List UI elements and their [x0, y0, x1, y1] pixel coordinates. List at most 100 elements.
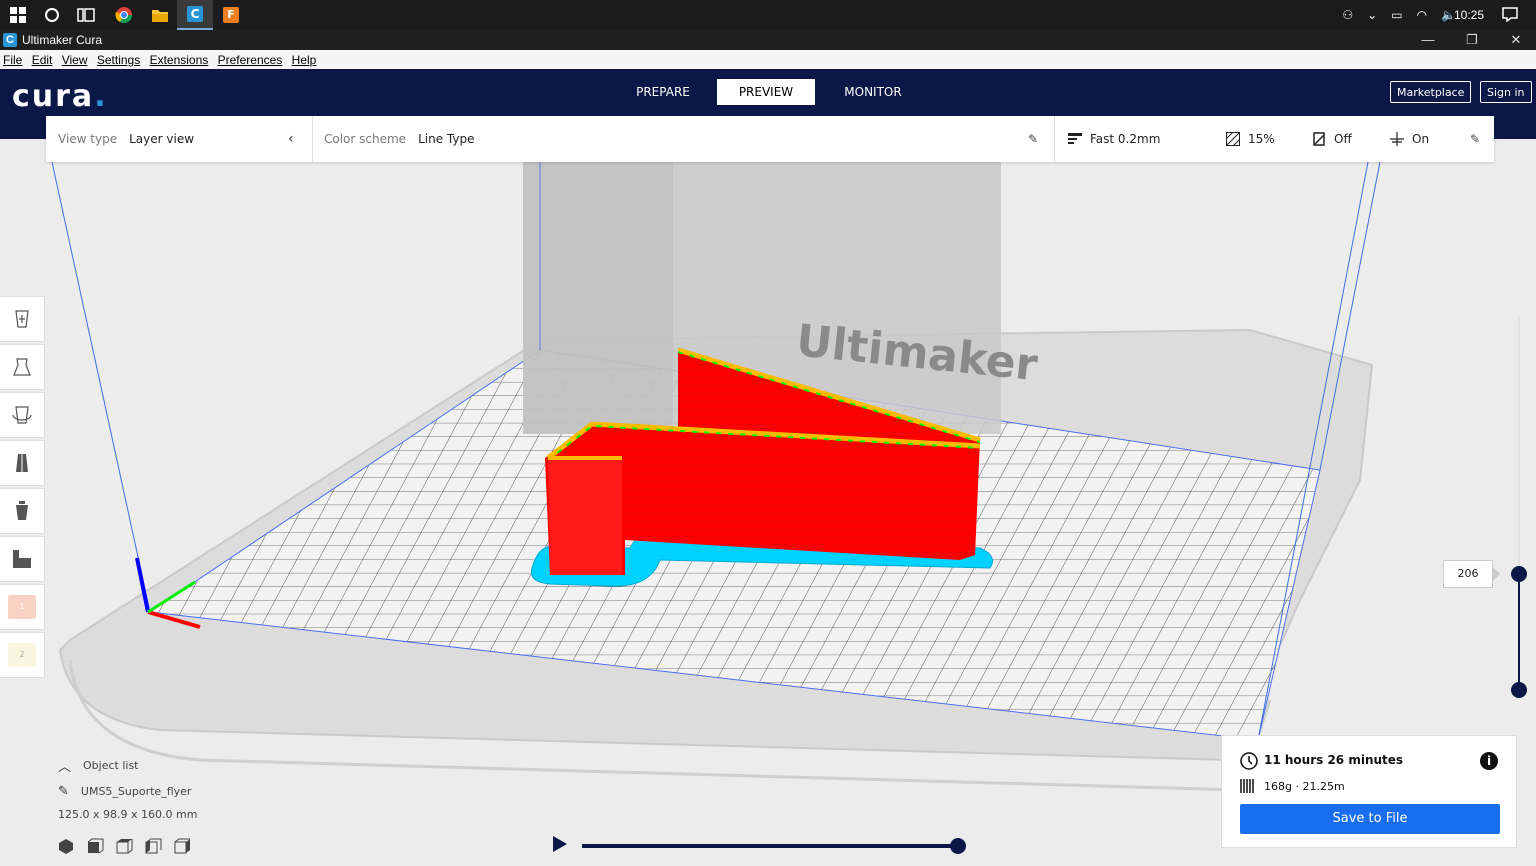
- view-type-label: View type: [58, 132, 118, 146]
- clock[interactable]: 10:25: [1454, 8, 1484, 22]
- save-to-file-button[interactable]: Save to File: [1240, 804, 1500, 834]
- tool-scale[interactable]: [0, 344, 45, 390]
- info-icon[interactable]: i: [1480, 752, 1498, 770]
- extruder-2-badge: 2: [8, 643, 36, 667]
- play-icon[interactable]: [553, 836, 567, 852]
- mirror-tool-icon: [16, 454, 28, 472]
- restore-button[interactable]: ❐: [1450, 30, 1494, 50]
- object-list-panel: ︿ Object list ✎ UMS5_Suporte_flyer 125.0…: [58, 752, 197, 854]
- adhesion-icon: [1390, 132, 1404, 146]
- menu-preferences[interactable]: Preferences: [218, 50, 283, 67]
- tool-support-blocker[interactable]: [0, 536, 45, 582]
- menu-extensions[interactable]: Extensions: [150, 50, 209, 67]
- window-titlebar: C Ultimaker Cura — ❐ ✕: [0, 30, 1536, 50]
- material-icon: [1240, 779, 1254, 793]
- scale-tool-icon: [13, 358, 31, 376]
- profile-icon: [1068, 133, 1082, 144]
- infill-value: 15%: [1248, 132, 1275, 146]
- cura-logo-dot: .: [94, 79, 108, 114]
- infill-icon: [1226, 132, 1240, 146]
- object-dimensions: 125.0 x 98.9 x 160.0 mm: [58, 807, 198, 821]
- move-tool-icon: [15, 310, 29, 328]
- print-summary-panel: 11 hours 26 minutes i 168g · 21.25m Save…: [1221, 735, 1517, 848]
- menu-file[interactable]: File: [3, 50, 22, 67]
- chevron-up-icon[interactable]: ⌄: [1367, 8, 1377, 22]
- battery-icon[interactable]: ▭: [1391, 8, 1402, 22]
- clock-icon: [1240, 752, 1258, 770]
- layer-slider-upper-handle[interactable]: [1511, 566, 1527, 582]
- fusion-icon[interactable]: F: [213, 0, 249, 30]
- color-scheme-label: Color scheme: [324, 132, 407, 146]
- pencil-icon[interactable]: ✎: [1028, 116, 1038, 162]
- left-toolbar: 1 2: [0, 296, 46, 680]
- tool-move[interactable]: [0, 296, 45, 342]
- layer-box-pointer: [1492, 566, 1500, 582]
- path-slider-track[interactable]: [582, 844, 958, 848]
- support-blocker-icon: [13, 550, 31, 568]
- menu-settings[interactable]: Settings: [97, 50, 140, 67]
- color-scheme-selector[interactable]: Color scheme Line Type: [324, 116, 474, 162]
- view-settings-panel: View type Layer view ‹ Color scheme Line…: [46, 116, 1494, 162]
- object-name-row[interactable]: ✎ UMS5_Suporte_flyer: [58, 778, 197, 804]
- menu-help[interactable]: Help: [292, 50, 317, 67]
- chrome-icon[interactable]: [106, 0, 142, 30]
- notification-icon[interactable]: [1502, 6, 1518, 26]
- people-icon[interactable]: ⚇: [1342, 8, 1353, 22]
- sign-in-button[interactable]: Sign in: [1480, 81, 1532, 103]
- view-type-value: Layer view: [129, 132, 195, 146]
- extruder-1[interactable]: 1: [0, 584, 45, 630]
- tab-prepare[interactable]: PREPARE: [614, 79, 712, 105]
- layer-slider-range[interactable]: [1518, 574, 1520, 690]
- path-slider-handle[interactable]: [950, 838, 966, 854]
- file-explorer-icon[interactable]: [142, 0, 178, 30]
- print-profile[interactable]: Fast 0.2mm: [1068, 116, 1160, 162]
- material-usage: 168g · 21.25m: [1264, 780, 1345, 793]
- menu-bar: File Edit View Settings Extensions Prefe…: [0, 50, 1536, 70]
- tab-preview[interactable]: PREVIEW: [717, 79, 815, 105]
- tool-mirror[interactable]: [0, 440, 45, 486]
- view-type-selector[interactable]: View type Layer view: [58, 116, 194, 162]
- camera-view-buttons: [58, 838, 197, 854]
- pencil-icon[interactable]: ✎: [1470, 116, 1480, 162]
- support-value: Off: [1334, 132, 1352, 146]
- chevron-left-icon[interactable]: ‹: [288, 116, 294, 162]
- cura-logo: cura.: [12, 79, 108, 114]
- 3d-view-icon[interactable]: [58, 838, 75, 854]
- minimize-button[interactable]: —: [1406, 30, 1450, 50]
- top-view-icon[interactable]: [116, 838, 133, 854]
- tab-monitor[interactable]: MONITOR: [824, 79, 922, 105]
- tool-rotate[interactable]: [0, 392, 45, 438]
- support-setting[interactable]: Off: [1312, 116, 1352, 162]
- print-time: 11 hours 26 minutes: [1264, 753, 1404, 767]
- windows-start-icon[interactable]: [8, 5, 28, 25]
- search-circle-icon[interactable]: [42, 5, 62, 25]
- support-icon: [1313, 132, 1325, 146]
- right-view-icon[interactable]: [174, 838, 191, 854]
- color-scheme-value: Line Type: [418, 132, 475, 146]
- profile-value: Fast 0.2mm: [1090, 132, 1161, 146]
- extruder-2[interactable]: 2: [0, 632, 45, 678]
- adhesion-setting[interactable]: On: [1390, 116, 1429, 162]
- object-list-header: Object list: [83, 758, 139, 772]
- marketplace-button[interactable]: Marketplace: [1390, 81, 1472, 103]
- task-view-icon[interactable]: [76, 5, 96, 25]
- extruder-1-badge: 1: [8, 595, 36, 619]
- object-name: UMS5_Suporte_flyer: [80, 784, 192, 798]
- close-button[interactable]: ✕: [1494, 30, 1536, 50]
- left-view-icon[interactable]: [145, 838, 162, 854]
- cura-app-icon[interactable]: C: [177, 0, 213, 30]
- infill-setting[interactable]: 15%: [1226, 116, 1275, 162]
- windows-taskbar: C F ⚇ ⌄ ▭ ◠ 🔈 10:25: [0, 0, 1536, 30]
- menu-edit[interactable]: Edit: [32, 50, 53, 67]
- menu-view[interactable]: View: [62, 50, 88, 67]
- tool-per-model-settings[interactable]: [0, 488, 45, 534]
- object-list-toggle[interactable]: ︿ Object list: [58, 752, 197, 778]
- front-view-icon[interactable]: [87, 838, 104, 854]
- rotate-tool-icon: [12, 406, 32, 424]
- wifi-icon[interactable]: ◠: [1417, 8, 1427, 22]
- system-tray: ⚇ ⌄ ▭ ◠ 🔈: [1342, 0, 1456, 30]
- cura-logo-text: cura: [12, 79, 95, 114]
- current-layer-input[interactable]: 206: [1443, 560, 1493, 588]
- adhesion-value: On: [1412, 132, 1430, 146]
- layer-slider-lower-handle[interactable]: [1511, 682, 1527, 698]
